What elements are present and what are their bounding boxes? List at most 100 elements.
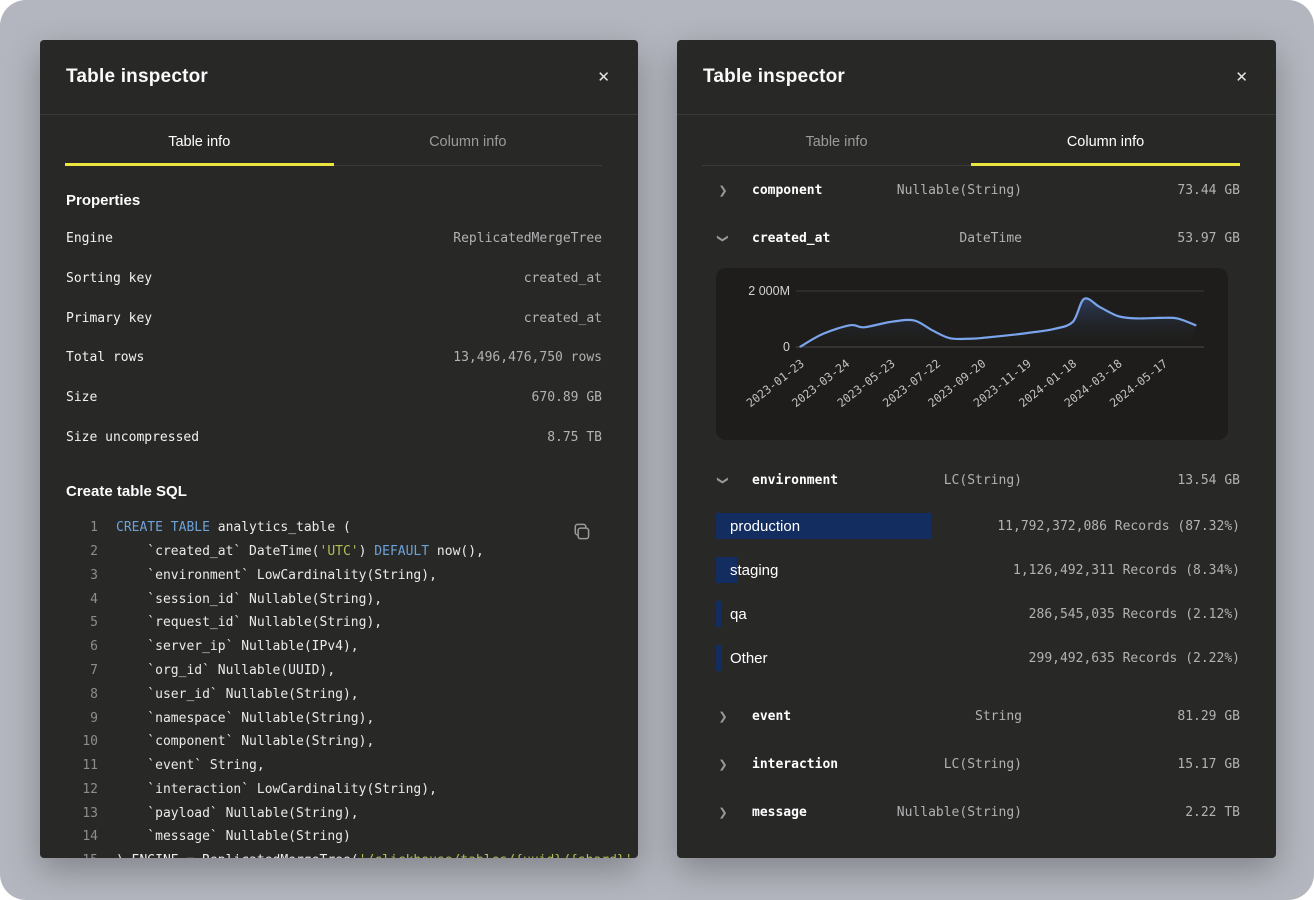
column-row-component[interactable]: ❯componentNullable(String)73.44 GB (703, 166, 1240, 214)
sql-line: 14 `message` Nullable(String) (66, 825, 602, 849)
property-row: Sorting key created_at (66, 259, 602, 299)
value-label: staging (730, 562, 778, 579)
sql-code-text: `message` Nullable(String) (116, 825, 351, 849)
value-label: Other (730, 650, 768, 667)
sql-code-text: `environment` LowCardinality(String), (116, 564, 437, 588)
column-size: 13.54 GB (1022, 473, 1240, 488)
environment-values: production11,792,372,086 Records (87.32%… (703, 504, 1240, 680)
line-number: 4 (66, 588, 98, 612)
line-number: 14 (66, 825, 98, 849)
chevron-down-icon: ❯ (717, 231, 730, 245)
left-tab-bar: Table info Column info (65, 115, 602, 166)
create-table-sql-heading: Create table SQL (66, 483, 602, 500)
property-value: created_at (524, 271, 602, 286)
sql-code-text: `server_ip` Nullable(IPv4), (116, 635, 359, 659)
column-name: message (752, 805, 807, 820)
table-inspector-dialog-left: Table inspector ✕ Table info Column info… (40, 40, 638, 858)
value-records: 299,492,635 Records (2.22%) (1029, 651, 1240, 666)
screenshot-background: Table inspector ✕ Table info Column info… (0, 0, 1314, 900)
column-type: DateTime (959, 231, 1022, 246)
line-number: 7 (66, 659, 98, 683)
svg-text:0: 0 (783, 340, 790, 354)
sql-code-text: `user_id` Nullable(String), (116, 683, 359, 707)
property-row: Primary key created_at (66, 298, 602, 338)
property-label: Primary key (66, 311, 152, 326)
column-size: 53.97 GB (1022, 231, 1240, 246)
properties-heading: Properties (66, 192, 602, 209)
sql-line: 10 `component` Nullable(String), (66, 730, 602, 754)
property-label: Total rows (66, 350, 144, 365)
sql-line: 11 `event` String, (66, 754, 602, 778)
property-value: 8.75 TB (547, 430, 602, 445)
column-row-event[interactable]: ❯eventString81.29 GB (703, 692, 1240, 740)
property-row: Engine ReplicatedMergeTree (66, 219, 602, 259)
property-value: 13,496,476,750 rows (453, 350, 602, 365)
property-value: 670.89 GB (532, 390, 602, 405)
column-list: ❯componentNullable(String)73.44 GB❯creat… (677, 166, 1276, 836)
value-label: qa (730, 606, 747, 623)
tab-table-info[interactable]: Table info (65, 115, 334, 166)
value-records: 1,126,492,311 Records (8.34%) (1013, 563, 1240, 578)
sql-code-block: 1 CREATE TABLE analytics_table (2 `create… (66, 516, 602, 858)
column-name: component (752, 183, 822, 198)
sql-code-text: `org_id` Nullable(UUID), (116, 659, 335, 683)
sql-line: 12 `interaction` LowCardinality(String), (66, 778, 602, 802)
chevron-right-icon: ❯ (716, 806, 730, 819)
sql-line: 3 `environment` LowCardinality(String), (66, 564, 602, 588)
close-icon[interactable]: ✕ (591, 64, 616, 91)
dialog-title: Table inspector (703, 66, 845, 88)
right-tab-bar: Table info Column info (702, 115, 1240, 166)
column-row-created_at[interactable]: ❯ created_at DateTime53.97 GB (703, 214, 1240, 262)
property-label: Engine (66, 231, 113, 246)
sql-code-text: `event` String, (116, 754, 265, 778)
tab-column-info[interactable]: Column info (334, 115, 603, 166)
column-row-environment[interactable]: ❯ environment LC(String)13.54 GB (703, 456, 1240, 504)
column-row-interaction[interactable]: ❯interactionLC(String)15.17 GB (703, 740, 1240, 788)
table-inspector-dialog-right: Table inspector ✕ Table info Column info… (677, 40, 1276, 858)
property-row: Size670.89 GB (66, 378, 602, 418)
property-value: ReplicatedMergeTree (453, 231, 602, 246)
column-name: created_at (752, 231, 830, 246)
line-number: 10 (66, 730, 98, 754)
column-row-message[interactable]: ❯messageNullable(String)2.22 TB (703, 788, 1240, 836)
sql-line: 6 `server_ip` Nullable(IPv4), (66, 635, 602, 659)
value-label: production (730, 518, 800, 535)
sql-line: 15) ENGINE = ReplicatedMergeTree('/click… (66, 849, 602, 858)
sql-code-text: CREATE TABLE analytics_table ( (116, 516, 351, 540)
sql-code-text: `created_at` DateTime('UTC') DEFAULT now… (116, 540, 484, 564)
column-type: Nullable(String) (897, 183, 1022, 198)
close-icon[interactable]: ✕ (1229, 64, 1254, 91)
sql-code-text: ) ENGINE = ReplicatedMergeTree('/clickho… (116, 849, 633, 858)
value-records: 286,545,035 Records (2.12%) (1029, 607, 1240, 622)
chevron-down-icon: ❯ (717, 473, 730, 487)
property-label: Sorting key (66, 271, 152, 286)
column-name: event (752, 709, 791, 724)
copy-icon[interactable] (567, 518, 594, 548)
svg-text:2 000M: 2 000M (748, 284, 790, 298)
sql-line: 13 `payload` Nullable(String), (66, 802, 602, 826)
column-size: 2.22 TB (1022, 805, 1240, 820)
sql-line: 4 `session_id` Nullable(String), (66, 588, 602, 612)
sql-line: 5 `request_id` Nullable(String), (66, 611, 602, 635)
column-name: interaction (752, 757, 838, 772)
sql-code-text: `component` Nullable(String), (116, 730, 374, 754)
properties-list: Engine ReplicatedMergeTree Sorting key crea… (66, 219, 602, 457)
sql-line: 7 `org_id` Nullable(UUID), (66, 659, 602, 683)
line-number: 5 (66, 611, 98, 635)
sql-line: 2 `created_at` DateTime('UTC') DEFAULT n… (66, 540, 602, 564)
property-value: created_at (524, 311, 602, 326)
dialog-header: Table inspector ✕ (40, 40, 638, 115)
dialog-header: Table inspector ✕ (677, 40, 1276, 115)
line-number: 3 (66, 564, 98, 588)
tab-column-info[interactable]: Column info (971, 115, 1240, 166)
column-name: environment (752, 473, 838, 488)
column-type: LC(String) (944, 473, 1022, 488)
line-number: 1 (66, 516, 98, 540)
value-row-production: production11,792,372,086 Records (87.32%… (716, 504, 1240, 548)
sql-code-text: `request_id` Nullable(String), (116, 611, 382, 635)
value-row-staging: staging 1,126,492,311 Records (8.34%) (716, 548, 1240, 592)
chevron-right-icon: ❯ (716, 758, 730, 771)
column-size: 15.17 GB (1022, 757, 1240, 772)
chevron-right-icon: ❯ (716, 710, 730, 723)
tab-table-info[interactable]: Table info (702, 115, 971, 166)
